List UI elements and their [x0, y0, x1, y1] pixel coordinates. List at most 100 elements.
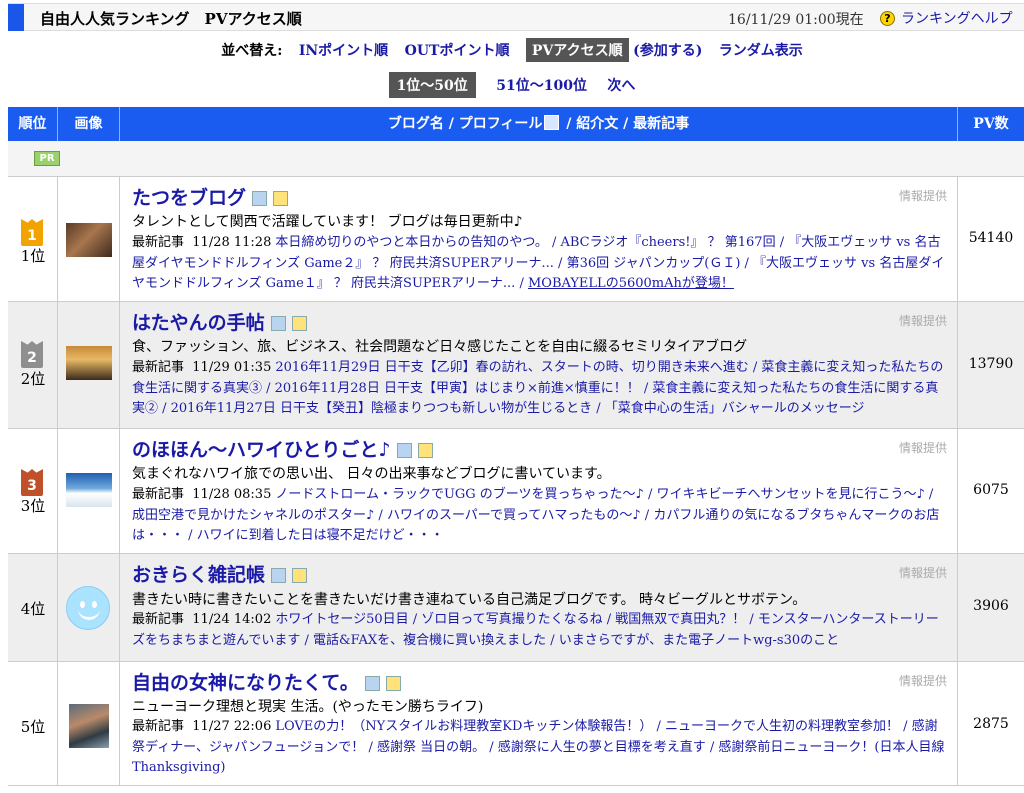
pv-count: 54140 — [958, 177, 1024, 301]
blog-description: 気まぐれなハワイ旅での思い出、 日々の出来事などブログに書いています。 — [132, 466, 611, 482]
sort-in-points-link[interactable]: INポイント順 — [299, 40, 388, 60]
rank-crown-icon: 1 — [21, 224, 43, 246]
blog-title-wrap: はたやんの手帖 — [132, 308, 313, 335]
table-row: 4位 おきらく雑記帳 情報提供 書きたい時に書きたいことを書きたいだけ書き連ねて… — [8, 554, 1024, 662]
page-header: 自由人人気ランキング PVアクセス順 16/11/29 01:00現在 ? ラン… — [8, 3, 1024, 31]
column-header-rank: 順位 — [8, 107, 58, 141]
blog-title-link[interactable]: 自由の女神になりたくて。 — [132, 672, 359, 694]
blog-title-link[interactable]: のほほん〜ハワイひとりごと♪ — [132, 439, 391, 461]
post-timestamp: 11/28 08:35 — [192, 487, 272, 502]
profile-icon — [544, 115, 560, 130]
pv-count: 2875 — [958, 662, 1024, 785]
page-title: 自由人人気ランキング PVアクセス順 — [40, 10, 302, 28]
profile-icon[interactable] — [271, 567, 287, 583]
latest-label: 最新記事 — [132, 235, 185, 250]
rank-cell: 5位 — [8, 662, 58, 785]
pv-value: 54140 — [968, 230, 1014, 246]
pv-count: 6075 — [958, 429, 1024, 553]
column-header-blog: ブログ名 / プロフィール / 紹介文 / 最新記事 — [120, 107, 958, 141]
latest-label: 最新記事 — [132, 719, 185, 734]
pr-badge: PR — [34, 151, 60, 166]
latest-label: 最新記事 — [132, 487, 185, 502]
blog-thumbnail[interactable] — [66, 473, 112, 507]
post-timestamp: 11/29 01:35 — [192, 360, 272, 375]
sort-out-points-link[interactable]: OUTポイント順 — [405, 40, 510, 60]
latest-posts: 最新記事 11/28 08:35 ノードストローム・ラックでUGG のブーツを買っ… — [132, 485, 947, 547]
pv-value: 2875 — [973, 716, 1009, 732]
blog-description: 食、ファッション、旅、ビジネス、社会問題など日々感じたことを自由に綴るセミリタイ… — [132, 339, 748, 355]
help-icon[interactable]: ? — [880, 11, 895, 26]
sort-bar: 並べ替え: INポイント順 OUTポイント順 PVアクセス順 (参加する) ラン… — [0, 38, 1024, 62]
blog-title-link[interactable]: おきらく雑記帳 — [132, 564, 265, 586]
favorite-icon[interactable] — [273, 190, 289, 206]
table-row: 5位 自由の女神になりたくて。 情報提供 ニューヨーク理想と現実 生活。(やった… — [8, 662, 1024, 786]
favorite-icon[interactable] — [292, 567, 308, 583]
profile-icon[interactable] — [364, 675, 380, 691]
pv-value: 6075 — [973, 482, 1009, 498]
update-timestamp: 16/11/29 01:00現在 — [728, 12, 864, 28]
post-timestamp: 11/28 11:28 — [192, 235, 272, 250]
post-timestamp: 11/24 14:02 — [192, 612, 272, 627]
page-next-link[interactable]: 次へ — [607, 75, 635, 95]
blog-entry: おきらく雑記帳 情報提供 書きたい時に書きたいことを書きたいだけ書き連ねている自… — [120, 554, 958, 661]
blog-thumbnail[interactable] — [69, 704, 109, 748]
info-provided-label[interactable]: 情報提供 — [899, 312, 947, 329]
info-provided-label[interactable]: 情報提供 — [899, 672, 947, 689]
ranking-help-link[interactable]: ランキングヘルプ — [901, 8, 1013, 28]
blog-title-wrap: 自由の女神になりたくて。 — [132, 668, 407, 695]
rank-label: 3位 — [20, 497, 46, 515]
page-next-range-link[interactable]: 51位〜100位 — [496, 75, 587, 95]
blog-title-wrap: たつをブログ — [132, 183, 294, 210]
sort-label: 並べ替え: — [221, 43, 283, 59]
profile-icon[interactable] — [396, 442, 412, 458]
ranking-table-header: 順位 画像 ブログ名 / プロフィール / 紹介文 / 最新記事 PV数 — [8, 107, 1024, 141]
rank-label: 4位 — [20, 600, 46, 618]
latest-posts: 最新記事 11/27 22:06 LOVEの力！（NYスタイルお料理教室KDキッチ… — [132, 717, 947, 779]
page-current-range: 1位〜50位 — [388, 72, 476, 98]
blog-title-wrap: のほほん〜ハワイひとりごと♪ — [132, 435, 439, 462]
blog-description: タレントとして関西で活躍しています！ ブログは毎日更新中♪ — [132, 214, 523, 230]
thumbnail-cell — [58, 302, 120, 428]
favorite-icon[interactable] — [291, 315, 307, 331]
thumbnail-cell — [58, 662, 120, 785]
blog-title-link[interactable]: はたやんの手帖 — [132, 312, 265, 334]
info-provided-label[interactable]: 情報提供 — [899, 439, 947, 456]
blog-entry: たつをブログ 情報提供 タレントとして関西で活躍しています！ ブログは毎日更新中… — [120, 177, 958, 301]
blog-thumbnail[interactable] — [66, 346, 112, 380]
pr-row: PR — [8, 141, 1024, 177]
sort-pv-access-current: PVアクセス順 — [525, 38, 629, 62]
rank-label: 5位 — [20, 718, 46, 736]
rank-cell: 4位 — [8, 554, 58, 661]
smiley-avatar-icon[interactable] — [66, 586, 110, 630]
blog-entry: 自由の女神になりたくて。 情報提供 ニューヨーク理想と現実 生活。(やったモン勝… — [120, 662, 958, 785]
blog-entry: はたやんの手帖 情報提供 食、ファッション、旅、ビジネス、社会問題など日々感じた… — [120, 302, 958, 428]
table-row: 2 2位 はたやんの手帖 情報提供 食、ファッション、旅、ビジネス、社会問題など… — [8, 302, 1024, 429]
pv-count: 3906 — [958, 554, 1024, 661]
favorite-icon[interactable] — [385, 675, 401, 691]
blog-description: 書きたい時に書きたいことを書きたいだけ書き連ねている自己満足ブログです。 時々ビ… — [132, 592, 807, 608]
table-row: 3 3位 のほほん〜ハワイひとりごと♪ 情報提供 気まぐれなハワイ旅での思い出、… — [8, 429, 1024, 554]
column-header-pv: PV数 — [973, 116, 1009, 132]
pv-count: 13790 — [958, 302, 1024, 428]
column-header-blog-text-b: / 紹介文 / 最新記事 — [561, 116, 690, 132]
latest-posts: 最新記事 11/29 01:35 2016年11月29日 日干支【乙卯】春の訪れ、… — [132, 358, 947, 420]
blog-title-link[interactable]: たつをブログ — [132, 187, 246, 209]
latest-post-link-last[interactable]: MOBAYELLの5600mAhが登場！ — [528, 276, 734, 291]
blog-description: ニューヨーク理想と現実 生活。(やったモン勝ちライフ) — [132, 699, 484, 715]
pagination: 1位〜50位 51位〜100位 次へ — [0, 72, 1024, 98]
profile-icon[interactable] — [270, 315, 286, 331]
rank-crown-icon: 2 — [21, 346, 43, 368]
blog-entry: のほほん〜ハワイひとりごと♪ 情報提供 気まぐれなハワイ旅での思い出、 日々の出… — [120, 429, 958, 553]
info-provided-label[interactable]: 情報提供 — [899, 187, 947, 204]
thumbnail-cell — [58, 177, 120, 301]
blog-thumbnail[interactable] — [66, 223, 112, 257]
latest-label: 最新記事 — [132, 360, 185, 375]
table-row: 1 1位 たつをブログ 情報提供 タレントとして関西で活躍しています！ ブログは… — [8, 177, 1024, 302]
header-accent-bar — [8, 4, 24, 31]
favorite-icon[interactable] — [417, 442, 433, 458]
blog-title-wrap: おきらく雑記帳 — [132, 560, 313, 587]
join-link[interactable]: (参加する) — [633, 40, 702, 60]
info-provided-label[interactable]: 情報提供 — [899, 564, 947, 581]
profile-icon[interactable] — [252, 190, 268, 206]
random-display-link[interactable]: ランダム表示 — [719, 40, 803, 60]
